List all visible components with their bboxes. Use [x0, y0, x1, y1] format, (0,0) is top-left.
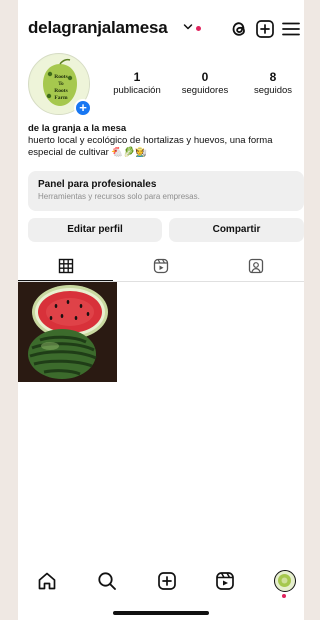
reels-icon [153, 258, 169, 274]
share-profile-button[interactable]: Compartir [169, 218, 304, 242]
home-indicator [113, 611, 209, 615]
bio-section: de la granja a la mesa huerto local y ec… [28, 122, 300, 159]
professional-dashboard[interactable]: Panel para profesionales Herramientas y … [28, 171, 304, 211]
post-thumbnail[interactable] [18, 282, 117, 382]
search-icon[interactable] [96, 570, 118, 592]
tab-grid[interactable] [18, 254, 113, 282]
tagged-icon [248, 258, 264, 274]
add-story-icon[interactable]: + [74, 99, 92, 117]
pro-panel-title: Panel para profesionales [38, 179, 157, 190]
display-name: de la granja a la mesa [28, 123, 127, 134]
stat-following-label: seguidos [253, 85, 293, 96]
stat-following-count: 8 [269, 70, 277, 84]
farm-logo-mini [278, 574, 291, 587]
stat-following[interactable]: 8 seguidos [240, 70, 304, 97]
tab-reels[interactable] [113, 254, 208, 282]
stat-followers-label: seguidores [181, 85, 229, 96]
bottom-navigation [18, 566, 304, 598]
home-icon[interactable] [36, 570, 58, 592]
svg-text:To: To [58, 82, 64, 87]
profile-avatar[interactable]: Roots To Roots Farm + [28, 53, 92, 117]
pro-panel-subtitle: Herramientas y recursos solo para empres… [38, 192, 200, 201]
profile-notification-dot [282, 594, 286, 598]
svg-text:Roots: Roots [54, 74, 67, 80]
add-icon[interactable] [254, 18, 276, 40]
threads-icon[interactable] [228, 18, 250, 40]
reels-nav-icon[interactable] [214, 570, 236, 592]
stat-posts-count: 1 [133, 70, 141, 84]
stat-followers[interactable]: 0 seguidores [172, 70, 238, 97]
create-icon[interactable] [156, 570, 178, 592]
profile-stats: 1 publicación 0 seguidores 8 seguidos [104, 70, 304, 104]
phone-screen: delagranjalamesa Roots To Roots Farm + 1… [18, 0, 304, 620]
menu-icon[interactable] [280, 18, 302, 40]
stat-posts-label: publicación [113, 85, 161, 96]
notification-dot [196, 26, 201, 31]
stat-posts[interactable]: 1 publicación [104, 70, 170, 97]
tab-tagged[interactable] [208, 254, 303, 282]
stat-followers-count: 0 [201, 70, 209, 84]
content-tabs [18, 254, 304, 282]
bio-text: huerto local y ecológico de hortalizas y… [28, 135, 273, 158]
top-bar: delagranjalamesa [28, 16, 304, 42]
watermelon-photo [18, 282, 117, 382]
edit-profile-button[interactable]: Editar perfil [28, 218, 162, 242]
username-header[interactable]: delagranjalamesa [28, 18, 168, 38]
svg-text:Farm: Farm [54, 95, 68, 101]
grid-icon [58, 258, 74, 274]
svg-text:Roots: Roots [54, 88, 67, 94]
chevron-down-icon[interactable] [183, 22, 193, 32]
profile-avatar-nav[interactable] [274, 570, 296, 592]
